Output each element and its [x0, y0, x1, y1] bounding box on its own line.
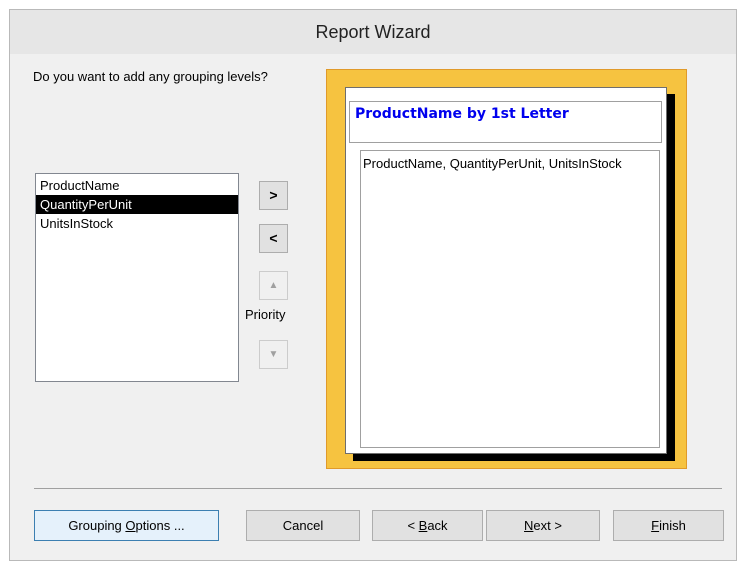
preview-page: ProductName by 1st Letter ProductName, Q… — [345, 87, 667, 454]
finish-button[interactable]: Finish — [613, 510, 724, 541]
priority-label: Priority — [245, 307, 286, 322]
field-item-productname[interactable]: ProductName — [36, 176, 238, 195]
priority-down-button[interactable]: ▼ — [259, 340, 288, 369]
available-fields-list[interactable]: ProductName QuantityPerUnit UnitsInStock — [35, 173, 239, 382]
separator — [34, 488, 722, 489]
group-header-preview: ProductName by 1st Letter — [349, 101, 662, 143]
field-item-unitsinstock[interactable]: UnitsInStock — [36, 214, 238, 233]
cancel-button[interactable]: Cancel — [246, 510, 360, 541]
back-button[interactable]: < Back — [372, 510, 483, 541]
arrow-up-icon: ▲ — [268, 280, 279, 291]
grouping-question: Do you want to add any grouping levels? — [33, 69, 268, 84]
report-preview: ProductName by 1st Letter ProductName, Q… — [326, 69, 687, 469]
arrow-down-icon: ▼ — [268, 349, 279, 360]
detail-preview: ProductName, QuantityPerUnit, UnitsInSto… — [360, 150, 660, 448]
next-button[interactable]: Next > — [486, 510, 600, 541]
grouping-options-button[interactable]: Grouping Options ... — [34, 510, 219, 541]
report-wizard-dialog: Report Wizard Do you want to add any gro… — [9, 9, 737, 561]
remove-grouping-button[interactable]: < — [259, 224, 288, 253]
add-grouping-button[interactable]: > — [259, 181, 288, 210]
priority-up-button[interactable]: ▲ — [259, 271, 288, 300]
field-item-quantityperunit[interactable]: QuantityPerUnit — [36, 195, 238, 214]
dialog-title: Report Wizard — [10, 10, 736, 54]
